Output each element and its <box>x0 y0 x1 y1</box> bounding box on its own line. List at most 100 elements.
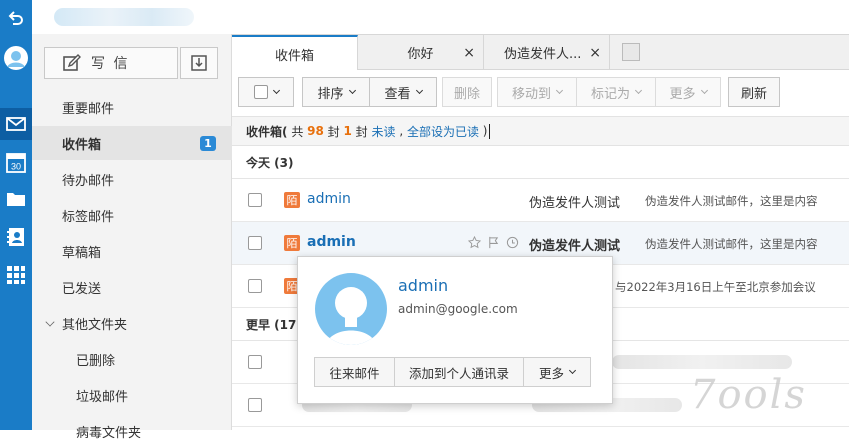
folder-spam[interactable]: 垃圾邮件 <box>32 378 232 412</box>
text-cursor <box>489 123 491 139</box>
flag-icon[interactable] <box>487 236 500 249</box>
mail-icon[interactable] <box>0 108 32 140</box>
folder-label: 收件箱 <box>62 137 102 153</box>
summary-sep: , <box>395 124 407 138</box>
unread-badge: 1 <box>200 136 216 151</box>
folder-label: 重要邮件 <box>62 101 115 117</box>
close-icon[interactable]: × <box>463 45 475 61</box>
refresh-button[interactable]: 刷新 <box>728 77 780 107</box>
folder-label: 病毒文件夹 <box>76 425 142 441</box>
avatar <box>315 273 387 345</box>
summary-suffix: ) <box>478 124 488 138</box>
blurred-content <box>612 355 792 369</box>
folder-inbox[interactable]: 收件箱 1 <box>32 126 232 160</box>
group-label: 更早 (17) <box>246 317 302 332</box>
tab-overflow-icon[interactable] <box>622 43 640 61</box>
folder-label: 待办邮件 <box>62 173 115 189</box>
import-mail-button[interactable] <box>180 47 218 79</box>
compose-label: 写 信 <box>91 56 130 72</box>
stranger-tag: 陌 <box>284 192 300 208</box>
summary-prefix: 收件箱( <box>246 124 288 139</box>
sender-name[interactable]: admin <box>307 191 351 207</box>
folder-important[interactable]: 重要邮件 <box>32 90 232 124</box>
chevron-down-icon <box>700 86 708 95</box>
compose-button[interactable]: 写 信 <box>44 47 178 79</box>
mark-as-label: 标记为 <box>590 86 630 102</box>
refresh-label: 刷新 <box>740 86 767 102</box>
chevron-down-icon <box>415 86 423 95</box>
row-checkbox[interactable] <box>248 236 262 250</box>
folder-label: 草稿箱 <box>62 245 102 261</box>
clock-icon[interactable] <box>506 236 519 249</box>
sort-label: 排序 <box>317 86 344 102</box>
sort-button[interactable]: 排序 <box>302 77 370 107</box>
top-header <box>32 0 849 34</box>
close-icon[interactable]: × <box>589 45 601 61</box>
delete-label: 删除 <box>453 86 480 102</box>
inbox-summary: 收件箱( 共 98 封 1 封 未读 , 全部设为已读 ) <box>232 116 849 146</box>
folder-icon[interactable] <box>0 186 32 212</box>
tab-inbox[interactable]: 收件箱 <box>232 35 358 71</box>
mail-preview: 与2022年3月16日上午至北京参加会议 <box>615 280 816 294</box>
mail-subject: 伪造发件人测试 <box>529 196 621 211</box>
back-icon[interactable] <box>0 6 32 30</box>
user-silhouette-icon <box>325 287 377 345</box>
tab-forged-sender[interactable]: 伪造发件人... × <box>484 35 610 70</box>
tab-label: 伪造发件人... <box>504 47 582 62</box>
watermark-logo: 7ools <box>690 372 807 418</box>
user-avatar-icon[interactable] <box>0 44 32 72</box>
row-checkbox[interactable] <box>248 355 262 369</box>
folder-todo[interactable]: 待办邮件 <box>32 162 232 196</box>
row-checkbox[interactable] <box>248 193 262 207</box>
folder-drafts[interactable]: 草稿箱 <box>32 234 232 268</box>
group-today[interactable]: 今天 (3) <box>232 146 849 179</box>
select-all-checkbox[interactable] <box>253 85 268 99</box>
mail-row[interactable]: 陌 admin 伪造发件人测试 伪造发件人测试邮件，这里是内容 <box>232 179 849 222</box>
contact-card-popup: admin admin@google.com 往来邮件 添加到个人通讯录 更多 <box>297 256 613 404</box>
folder-sent[interactable]: 已发送 <box>32 270 232 304</box>
row-checkbox[interactable] <box>248 398 262 412</box>
folder-other[interactable]: 其他文件夹 <box>32 306 232 340</box>
summary-unread-unit: 封 <box>351 124 372 139</box>
compose-icon <box>63 54 81 72</box>
calendar-icon[interactable]: 30 <box>0 148 32 176</box>
mark-as-button[interactable]: 标记为 <box>576 77 656 107</box>
add-to-contacts-button[interactable]: 添加到个人通讯录 <box>394 357 524 387</box>
folder-virus[interactable]: 病毒文件夹 <box>32 414 232 448</box>
popup-more-label: 更多 <box>538 365 564 381</box>
mail-subject: 伪造发件人测试 <box>529 239 621 254</box>
star-icon[interactable] <box>468 236 481 249</box>
folder-tagged[interactable]: 标签邮件 <box>32 198 232 232</box>
apps-grid-icon[interactable] <box>0 262 32 288</box>
contact-email: admin@google.com <box>398 302 518 316</box>
tab-nihao[interactable]: 你好 × <box>358 35 484 70</box>
download-icon <box>191 55 207 71</box>
mark-all-read-link[interactable]: 全部设为已读 <box>407 123 479 140</box>
move-to-button[interactable]: 移动到 <box>497 77 577 107</box>
contacts-icon[interactable] <box>0 224 32 250</box>
view-label: 查看 <box>384 86 411 102</box>
popup-more-button[interactable]: 更多 <box>523 357 591 387</box>
stranger-tag: 陌 <box>284 235 300 251</box>
chevron-down-icon <box>272 86 280 95</box>
delete-button[interactable]: 删除 <box>442 77 492 107</box>
summary-total-unit: 封 <box>323 124 344 139</box>
folder-label: 其他文件夹 <box>62 317 128 333</box>
folder-deleted[interactable]: 已删除 <box>32 342 232 376</box>
folder-label: 已删除 <box>76 353 116 369</box>
mail-history-button[interactable]: 往来邮件 <box>314 357 395 387</box>
sender-name[interactable]: admin <box>307 234 356 250</box>
total-count: 98 <box>307 124 324 138</box>
chevron-down-icon <box>348 86 356 95</box>
folder-label: 已发送 <box>62 281 102 297</box>
folder-sidebar: 写 信 重要邮件 收件箱 1 待办邮件 标签邮件 草稿箱 已发送 其他文件夹 已… <box>32 34 232 441</box>
blurred-logo <box>54 8 194 26</box>
add-to-contacts-label: 添加到个人通讯录 <box>408 365 509 381</box>
view-button[interactable]: 查看 <box>369 77 437 107</box>
tab-label: 收件箱 <box>274 48 314 64</box>
unread-link[interactable]: 未读 <box>371 123 395 140</box>
select-all-dropdown[interactable] <box>238 77 294 107</box>
more-button[interactable]: 更多 <box>655 77 721 107</box>
chevron-down-icon <box>45 317 55 327</box>
row-checkbox[interactable] <box>248 279 262 293</box>
